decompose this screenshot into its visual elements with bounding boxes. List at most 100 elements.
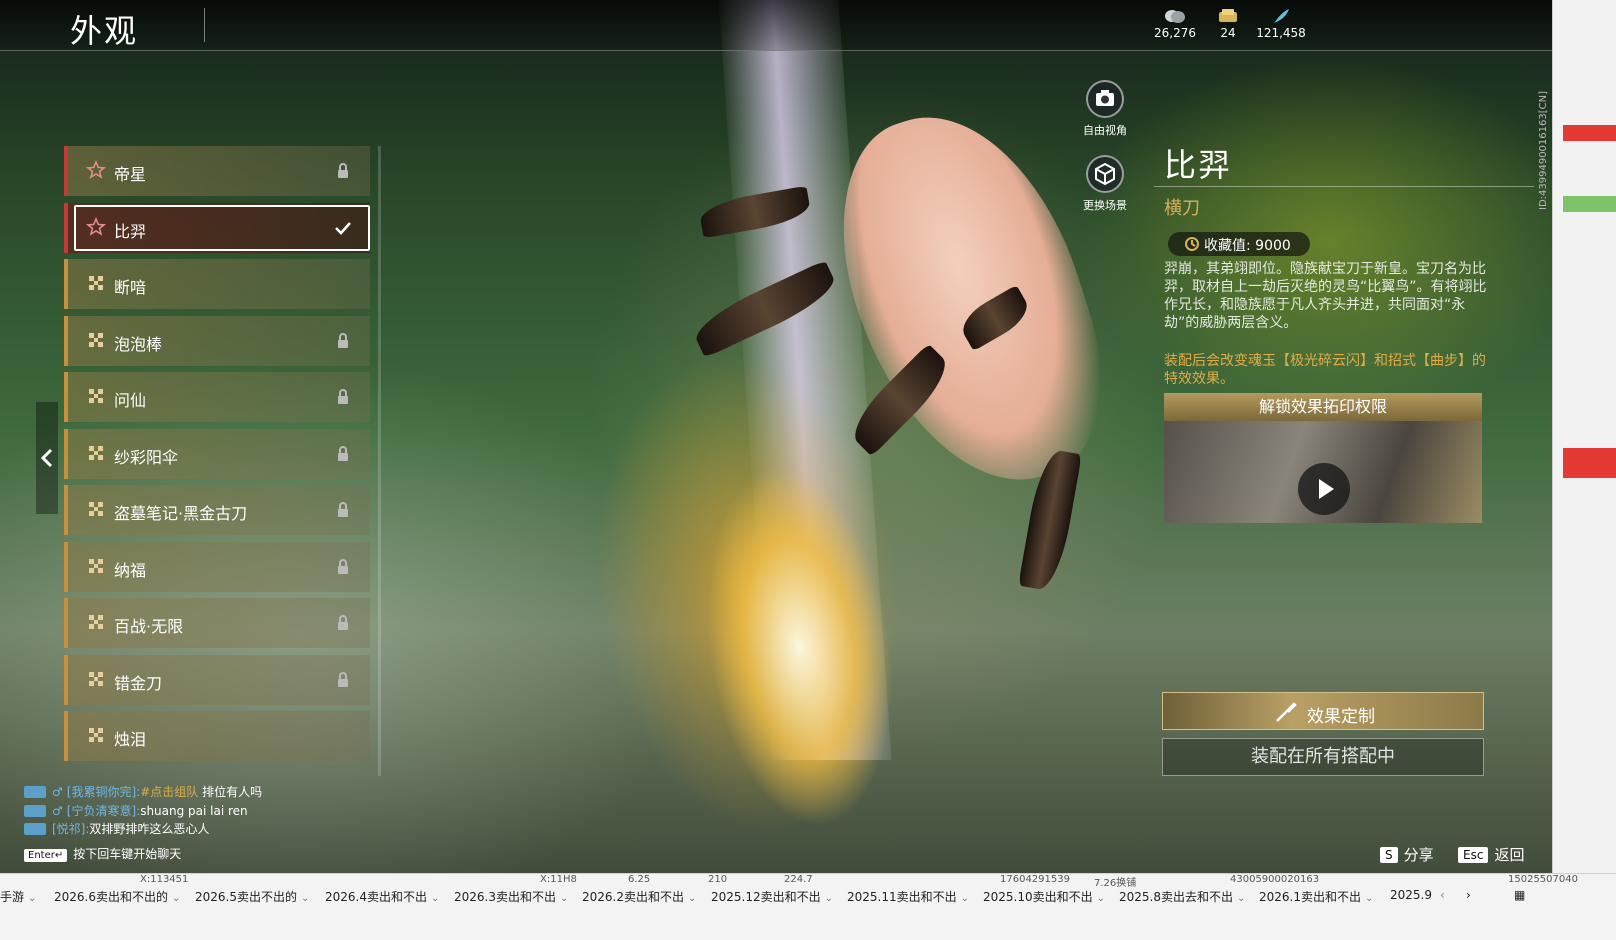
chat-log: ♂ [我累铜你完]:#点击组队 排位有人吗 ♂ [宁负清寒意]:shuang pai…: [24, 783, 262, 839]
key-esc: Esc: [1458, 847, 1489, 863]
skin-item-label: 帝星: [114, 165, 147, 184]
sheet-tab[interactable]: 2025.8卖出去和不出 ⌄: [1119, 888, 1245, 905]
effect-preview-video[interactable]: [1164, 421, 1482, 523]
top-bar: 外观 26,276 24 121,458: [0, 0, 1552, 51]
lock-icon: [338, 615, 348, 630]
male-icon: ♂: [52, 785, 63, 799]
chat-message: [悦祁]:双排野排咋这么恶心人: [24, 820, 262, 839]
share-label: 分享: [1403, 846, 1434, 864]
male-icon: ♂: [52, 803, 63, 818]
skin-item[interactable]: 帝星: [64, 146, 370, 196]
sheet-tab[interactable]: 手游 ⌄: [0, 888, 36, 905]
pattern-icon: [89, 672, 103, 686]
change-scene-button[interactable]: 更换场景: [1060, 155, 1150, 213]
pattern-icon: [89, 446, 103, 460]
skin-item[interactable]: 烛泪: [64, 711, 370, 761]
sheet-tab[interactable]: 2025.10卖出和不出 ⌄: [983, 888, 1105, 905]
list-scrollbar[interactable]: [378, 146, 381, 776]
enter-key-icon: Enter↵: [24, 849, 68, 862]
camera-icon: [1086, 80, 1124, 118]
coin-stack-icon: [1165, 10, 1185, 23]
sheet-tab[interactable]: 2025.11卖出和不出 ⌄: [847, 888, 969, 905]
skin-item[interactable]: 纳福: [64, 542, 370, 592]
ticket-icon: [1219, 9, 1237, 22]
customize-effect-button[interactable]: 效果定制: [1162, 692, 1484, 730]
cube-icon: [1086, 155, 1124, 193]
feather-icon: [1274, 9, 1289, 23]
pattern-icon: [89, 276, 103, 290]
chat-input-hint[interactable]: Enter↵ 按下回车键开始聊天: [24, 845, 181, 862]
pattern-icon: [89, 502, 103, 516]
chat-sender[interactable]: [宁负清寒意]:: [67, 804, 140, 818]
sheet-tab[interactable]: 2026.1卖出和不出 ⌄: [1259, 888, 1373, 905]
skin-item-label: 纱彩阳伞: [114, 448, 179, 467]
chat-hint-text: 按下回车键开始聊天: [73, 847, 182, 861]
skin-item-label: 盗墓笔记·黑金古刀: [114, 504, 248, 523]
pattern-icon: [89, 615, 103, 629]
skin-item-label: 问仙: [114, 391, 147, 410]
sheet-tab[interactable]: 2026.3卖出和不出 ⌄: [454, 888, 568, 905]
player-id: ID:4399490016163[CN]: [1538, 91, 1549, 210]
title-divider: [204, 8, 205, 42]
sheet-tab[interactable]: 2026.5卖出不出的 ⌄: [195, 888, 309, 905]
back-button[interactable]: Esc 返回: [1458, 844, 1524, 865]
sheet-tab[interactable]: 2026.4卖出和不出 ⌄: [325, 888, 439, 905]
skin-item[interactable]: 错金刀: [64, 655, 370, 705]
sheet-tab[interactable]: 2025.12卖出和不出 ⌄: [711, 888, 833, 905]
sheet-tab[interactable]: 2025.9: [1390, 888, 1432, 902]
cell-fragment: 15025507040: [1508, 874, 1578, 885]
sheet-tab[interactable]: 2026.6卖出和不出的 ⌄: [54, 888, 180, 905]
chat-team-link[interactable]: #点击组队: [140, 785, 198, 799]
share-button[interactable]: S 分享: [1380, 844, 1434, 865]
cell-fragment: 7.26换铺: [1094, 878, 1137, 889]
brush-icon: [1276, 702, 1297, 722]
page-title: 外观: [70, 12, 139, 50]
customize-effect-label: 效果定制: [1307, 707, 1375, 727]
equip-all-button[interactable]: 装配在所有搭配中: [1162, 738, 1484, 776]
sheet-tab-bar: X:113451 X:11H8 6.25 210 224.7 176042915…: [0, 873, 1616, 940]
currency-feathers-value: 121,458: [1256, 26, 1306, 40]
tab-scroll-right-icon[interactable]: ›: [1466, 888, 1471, 902]
skin-list[interactable]: 帝星 比羿 断喑 泡泡棒 问仙 纱彩阳伞 盗墓笔记·黑金古刀 纳福 百战·无限: [64, 146, 382, 776]
lock-icon: [338, 163, 348, 178]
skin-item-label: 错金刀: [114, 674, 163, 693]
spreadsheet-edge: [1552, 0, 1616, 939]
chat-message: ♂ [宁负清寒意]:shuang pai lai ren: [24, 802, 262, 821]
collapse-list-button[interactable]: [36, 402, 58, 514]
unlock-effect-title: 解锁效果拓印权限: [1164, 393, 1482, 421]
sheet-tab[interactable]: 2026.2卖出和不出 ⌄: [582, 888, 696, 905]
grid-view-icon[interactable]: ▦: [1514, 888, 1525, 902]
chat-message: ♂ [我累铜你完]:#点击组队 排位有人吗: [24, 783, 262, 802]
skin-item[interactable]: 百战·无限: [64, 598, 370, 648]
chat-sender[interactable]: [我累铜你完]:: [67, 785, 140, 799]
skin-item[interactable]: 泡泡棒: [64, 316, 370, 366]
change-scene-label: 更换场景: [1083, 199, 1127, 212]
lock-icon: [338, 446, 348, 461]
skin-item[interactable]: 断喑: [64, 259, 370, 309]
play-icon[interactable]: [1298, 463, 1350, 515]
skin-item[interactable]: 盗墓笔记·黑金古刀: [64, 485, 370, 535]
tab-scroll-left-icon[interactable]: ‹: [1440, 888, 1445, 902]
skin-description: 羿崩，其弟翊即位。隐族献宝刀于新皇。宝刀名为比羿，取材自上一劫后灭绝的灵鸟“比翼…: [1164, 261, 1487, 331]
unlock-effect-card[interactable]: 解锁效果拓印权限: [1164, 393, 1482, 523]
checkmark-icon: [335, 222, 351, 235]
cell-fragment: 210: [708, 874, 728, 885]
free-view-button[interactable]: 自由视角: [1060, 80, 1150, 138]
cell-fragment: X:113451: [140, 874, 189, 885]
cell-fragment: X:11H8: [540, 874, 577, 885]
title-underline: [1154, 186, 1534, 187]
channel-icon: [24, 786, 46, 798]
channel-icon: [24, 823, 46, 835]
skin-item-selected[interactable]: 比羿: [64, 203, 370, 253]
skin-item-label: 比羿: [114, 222, 147, 241]
skin-item[interactable]: 纱彩阳伞: [64, 429, 370, 479]
chat-sender[interactable]: [悦祁]:: [52, 822, 89, 836]
skin-item-label: 烛泪: [114, 730, 147, 749]
channel-icon: [24, 804, 46, 817]
cell-fragment: 17604291539: [1000, 874, 1070, 885]
chat-text: 双排野排咋这么恶心人: [89, 822, 210, 836]
back-label: 返回: [1494, 846, 1525, 864]
key-s: S: [1380, 847, 1398, 863]
skin-item[interactable]: 问仙: [64, 372, 370, 422]
star-icon: [86, 217, 106, 236]
